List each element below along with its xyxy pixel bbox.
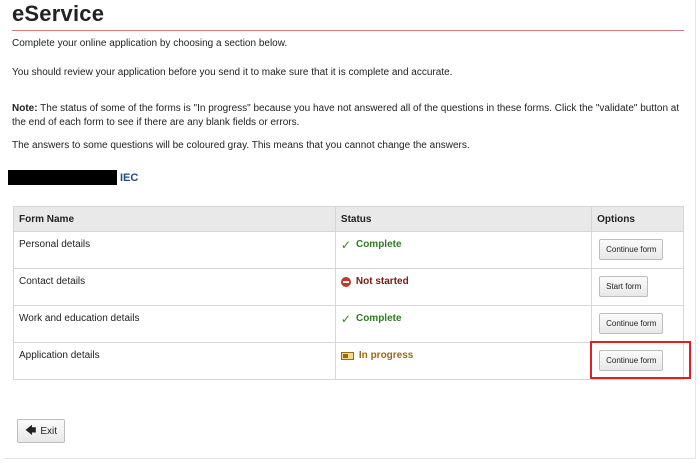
form-name-cell: Application details — [19, 350, 100, 361]
applicant-program-label: IEC — [120, 172, 139, 184]
check-icon: ✓ — [340, 237, 351, 252]
form-name-cell: Work and education details — [19, 313, 140, 324]
table-row: Personal details ✓ Complete Continue form — [13, 231, 684, 269]
gray-answers-note: The answers to some questions will be co… — [12, 140, 470, 151]
continue-form-button[interactable]: Continue form — [599, 239, 664, 260]
review-text: You should review your application befor… — [12, 67, 453, 78]
form-name-cell: Contact details — [19, 276, 86, 287]
note-label: Note: — [12, 103, 38, 114]
table-row: Work and education details ✓ Complete Con… — [13, 305, 684, 343]
table-row: Application details In progress Continue… — [13, 342, 684, 380]
status-label: Complete — [355, 313, 402, 324]
intro-text: Complete your online application by choo… — [12, 38, 288, 49]
table-row: Contact details Not started Start form — [13, 268, 684, 306]
title-divider — [12, 30, 684, 31]
page-title: eService — [12, 1, 105, 26]
check-icon: ✓ — [340, 311, 351, 326]
no-entry-icon — [340, 276, 351, 287]
status-cell: In progress — [340, 350, 414, 361]
status-cell: ✓ Complete — [340, 237, 402, 252]
redacted-applicant-name — [8, 170, 117, 185]
col-header-form-name: Form Name — [13, 206, 336, 232]
col-header-options: Options — [591, 206, 684, 232]
status-note: Note: The status of some of the forms is… — [12, 102, 682, 130]
progress-icon — [340, 351, 354, 360]
continue-form-button[interactable]: Continue form — [599, 313, 664, 334]
arrow-left-icon: 🡄 — [24, 425, 37, 437]
highlight-box — [590, 341, 691, 379]
status-label: Not started — [355, 276, 409, 287]
status-cell: ✓ Complete — [340, 311, 402, 326]
form-name-cell: Personal details — [19, 239, 91, 250]
table-header-row: Form Name Status Options — [13, 206, 684, 232]
status-label: In progress — [358, 350, 414, 361]
status-cell: Not started — [340, 276, 409, 287]
exit-button[interactable]: 🡄 Exit — [17, 419, 65, 443]
forms-table: Form Name Status Options Personal detail… — [13, 206, 684, 380]
note-text: The status of some of the forms is "In p… — [12, 103, 680, 128]
exit-label: Exit — [40, 425, 58, 437]
start-form-button[interactable]: Start form — [599, 276, 649, 297]
status-label: Complete — [355, 239, 402, 250]
col-header-status: Status — [334, 206, 593, 232]
